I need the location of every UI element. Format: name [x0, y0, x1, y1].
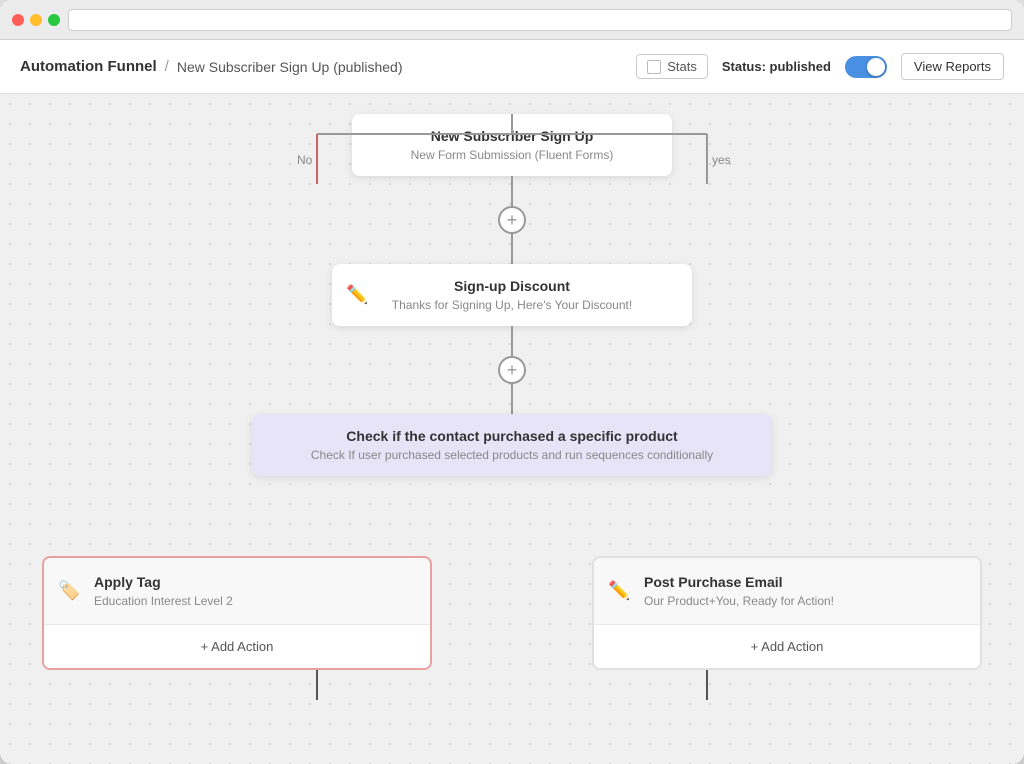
connector-1: +: [498, 176, 526, 264]
titlebar: [0, 0, 1024, 40]
header: Automation Funnel / New Subscriber Sign …: [0, 40, 1024, 94]
trigger-node[interactable]: New Subscriber Sign Up New Form Submissi…: [352, 114, 672, 176]
breadcrumb-main[interactable]: Automation Funnel: [20, 58, 157, 75]
apply-tag-subtitle: Education Interest Level 2: [94, 594, 414, 608]
stats-checkbox[interactable]: [647, 60, 661, 74]
apply-tag-card-inner: 🏷️ Apply Tag Education Interest Level 2: [44, 558, 430, 624]
connector-line-2b: [511, 384, 513, 414]
add-button-1[interactable]: +: [498, 206, 526, 234]
flow-container: New Subscriber Sign Up New Form Submissi…: [0, 114, 1024, 700]
svg-text:yes: yes: [712, 153, 731, 167]
condition-subtitle: Check If user purchased selected product…: [272, 448, 752, 462]
url-bar[interactable]: [68, 9, 1012, 31]
breadcrumb: Automation Funnel / New Subscriber Sign …: [20, 58, 628, 75]
add-button-2[interactable]: +: [498, 356, 526, 384]
left-branch: 🏷️ Apply Tag Education Interest Level 2 …: [42, 556, 432, 670]
add-action-right[interactable]: + Add Action: [594, 624, 980, 668]
svg-text:No: No: [297, 153, 313, 167]
connector-2: +: [498, 326, 526, 414]
connector-line-2: [511, 326, 513, 356]
branch-wrapper: 🏷️ Apply Tag Education Interest Level 2 …: [42, 556, 982, 670]
condition-node[interactable]: Check if the contact purchased a specifi…: [252, 414, 772, 476]
stats-label: Stats: [667, 59, 697, 74]
post-purchase-subtitle: Our Product+You, Ready for Action!: [644, 594, 964, 608]
apply-tag-icon: 🏷️: [58, 581, 80, 602]
traffic-lights: [12, 14, 60, 26]
right-branch: ✏️ Post Purchase Email Our Product+You, …: [592, 556, 982, 670]
status-label: Status: published: [722, 59, 831, 74]
toggle-thumb: [867, 58, 885, 76]
trigger-title: New Subscriber Sign Up: [372, 128, 652, 144]
maximize-button[interactable]: [48, 14, 60, 26]
apply-tag-title: Apply Tag: [94, 574, 414, 590]
header-actions: Stats Status: published View Reports: [636, 53, 1004, 80]
email-icon: ✏️: [346, 285, 368, 306]
post-purchase-card[interactable]: ✏️ Post Purchase Email Our Product+You, …: [592, 556, 982, 670]
minimize-button[interactable]: [30, 14, 42, 26]
email-subtitle: Thanks for Signing Up, Here's Your Disco…: [352, 298, 672, 312]
post-purchase-card-inner: ✏️ Post Purchase Email Our Product+You, …: [594, 558, 980, 624]
email-title: Sign-up Discount: [352, 278, 672, 294]
email-node[interactable]: ✏️ Sign-up Discount Thanks for Signing U…: [332, 264, 692, 326]
view-reports-button[interactable]: View Reports: [901, 53, 1004, 80]
post-purchase-icon: ✏️: [608, 581, 630, 602]
breadcrumb-separator: /: [165, 58, 169, 75]
post-purchase-title: Post Purchase Email: [644, 574, 964, 590]
trigger-subtitle: New Form Submission (Fluent Forms): [372, 148, 652, 162]
app-window: Automation Funnel / New Subscriber Sign …: [0, 0, 1024, 764]
condition-title: Check if the contact purchased a specifi…: [272, 428, 752, 444]
canvas: New Subscriber Sign Up New Form Submissi…: [0, 94, 1024, 764]
close-button[interactable]: [12, 14, 24, 26]
connector-line-1b: [511, 234, 513, 264]
bottom-lines: [162, 670, 862, 700]
bottom-lines-svg: [162, 670, 862, 700]
breadcrumb-sub: New Subscriber Sign Up (published): [177, 59, 403, 75]
connector-line-1: [511, 176, 513, 206]
apply-tag-card[interactable]: 🏷️ Apply Tag Education Interest Level 2 …: [42, 556, 432, 670]
stats-button[interactable]: Stats: [636, 54, 708, 79]
status-toggle[interactable]: [845, 56, 887, 78]
add-action-left[interactable]: + Add Action: [44, 624, 430, 668]
